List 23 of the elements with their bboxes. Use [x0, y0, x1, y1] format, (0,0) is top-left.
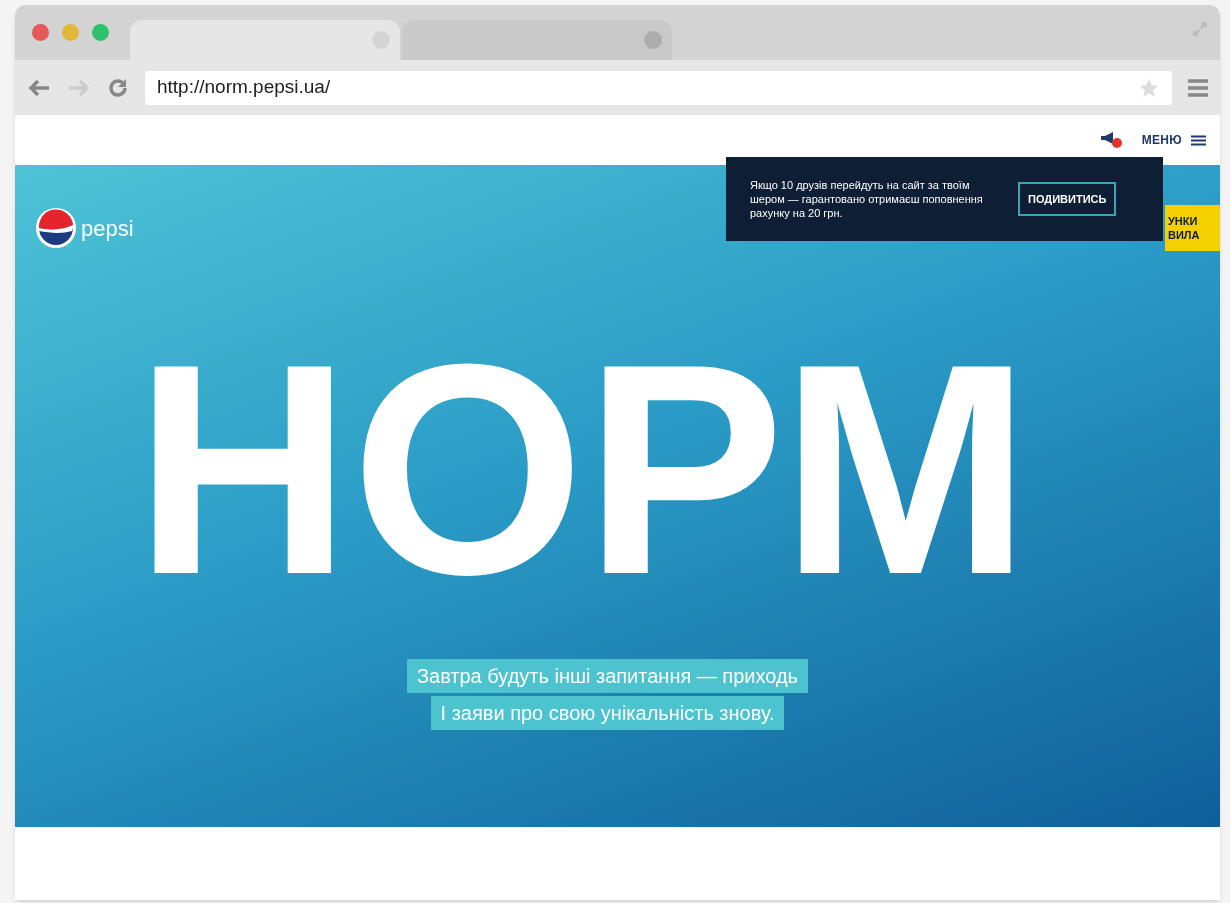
menu-icon[interactable] — [1188, 78, 1208, 97]
popup-message: Якщо 10 друзів перейдуть на сайт за твоїм шером — гарантовано отримаєш поповнення рахунку на 20 грн. — [750, 178, 984, 220]
url-text: http://norm.pepsi.ua/ — [157, 75, 331, 100]
tab-close-icon[interactable] — [644, 31, 662, 49]
menu-icon — [1191, 134, 1206, 146]
megaphone-icon[interactable] — [1099, 132, 1122, 148]
reload-icon[interactable] — [107, 76, 129, 99]
side-tab-text: ВИЛА — [1168, 228, 1201, 242]
minimize-window-icon[interactable] — [62, 24, 79, 41]
address-bar[interactable]: http://norm.pepsi.ua/ — [145, 70, 1172, 105]
headline: НОРМ — [134, 319, 1031, 619]
pepsi-globe-icon — [35, 207, 77, 249]
browser-tab[interactable] — [402, 20, 672, 60]
fullscreen-icon[interactable] — [1190, 19, 1210, 39]
side-tab[interactable]: УНКИ ВИЛА — [1165, 205, 1220, 251]
back-arrow-icon[interactable] — [27, 77, 51, 98]
view-button[interactable]: ПОДИВИТИСЬ — [1018, 182, 1117, 216]
side-tab-text: УНКИ — [1168, 214, 1199, 228]
pepsi-logo-text: pepsi — [81, 214, 134, 243]
menu-label: МЕНЮ — [1141, 132, 1182, 149]
maximize-window-icon[interactable] — [92, 24, 109, 41]
close-window-icon[interactable] — [32, 24, 49, 41]
menu-button[interactable]: МЕНЮ — [1141, 131, 1206, 149]
